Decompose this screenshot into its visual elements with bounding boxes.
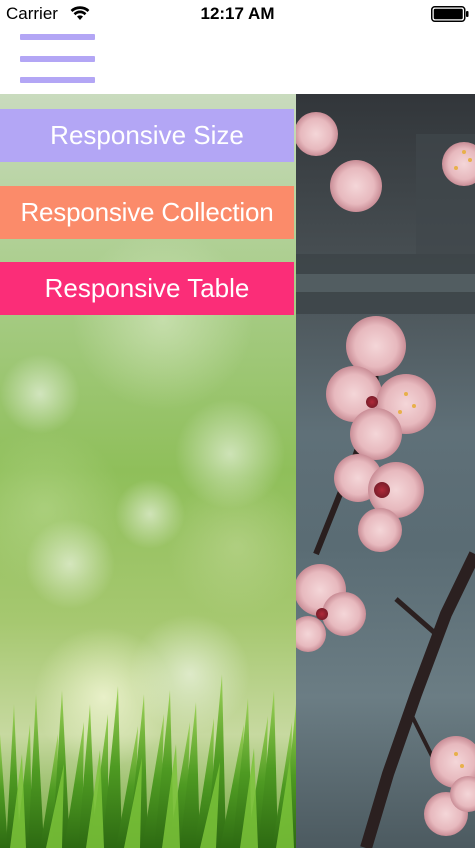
navigation-bar [0, 28, 475, 94]
hamburger-menu-button[interactable] [18, 32, 96, 88]
main-content: Responsive Size Responsive Collection Re… [0, 94, 475, 848]
status-bar: Carrier 12:17 AM [0, 0, 475, 28]
battery-icon [431, 6, 469, 22]
cherry-blossom-image [296, 112, 475, 848]
responsive-collection-button[interactable]: Responsive Collection [0, 186, 294, 239]
hamburger-line [20, 56, 95, 62]
cherry-blossom-photo [296, 94, 475, 848]
hamburger-line [20, 34, 95, 40]
responsive-size-button[interactable]: Responsive Size [0, 109, 294, 162]
side-menu-panel: Responsive Size Responsive Collection Re… [0, 94, 296, 848]
hamburger-line [20, 77, 95, 83]
clock-time: 12:17 AM [200, 4, 275, 23]
responsive-table-button[interactable]: Responsive Table [0, 262, 294, 315]
